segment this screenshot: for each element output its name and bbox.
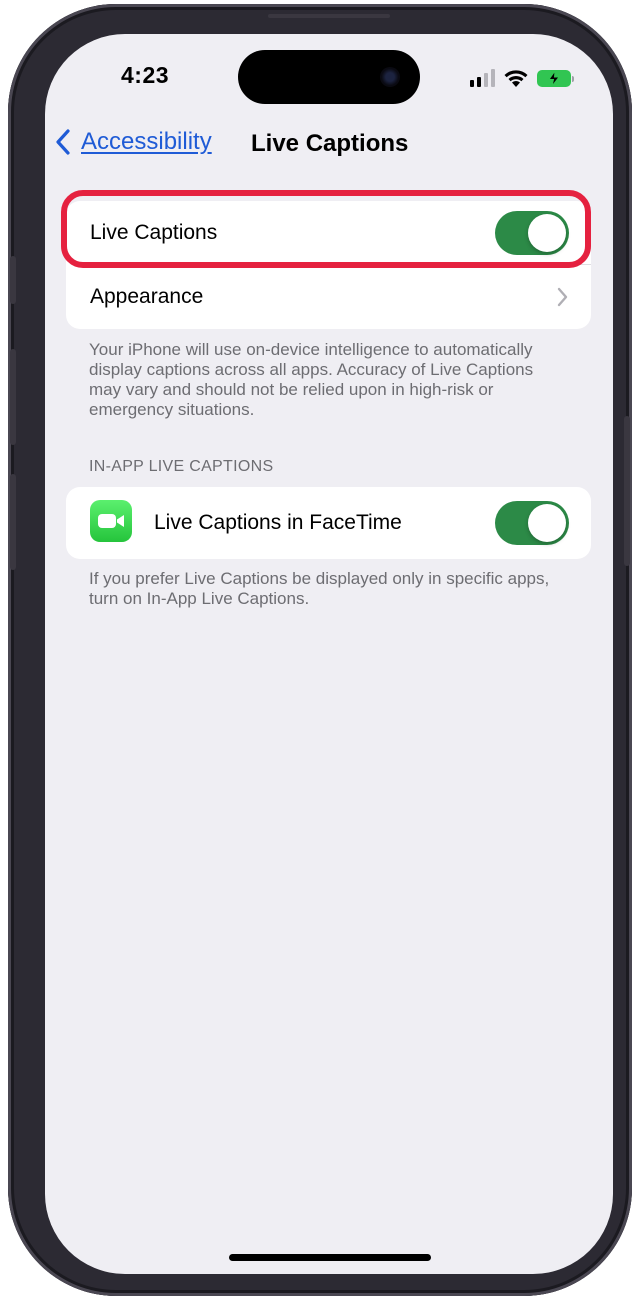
back-button[interactable]: Accessibility: [55, 128, 212, 156]
back-label: Accessibility: [81, 128, 212, 155]
screen: 4:23 Accessibility Live Captions Live Ca…: [45, 34, 613, 1274]
volume-down-button: [10, 474, 16, 570]
battery-charging-icon: [537, 69, 574, 87]
in-app-group: Live Captions in FaceTime: [66, 487, 591, 559]
live-captions-label: Live Captions: [90, 221, 218, 244]
status-icons: [470, 66, 574, 90]
in-app-footer: If you prefer Live Captions be displayed…: [89, 569, 550, 608]
chevron-right-icon: [557, 287, 568, 307]
volume-up-button: [10, 349, 16, 445]
chevron-left-icon: [56, 129, 70, 155]
side-button: [624, 416, 630, 566]
facetime-icon: [90, 500, 132, 542]
dynamic-island: [238, 50, 420, 104]
appearance-label: Appearance: [90, 285, 204, 308]
speaker-grille: [268, 14, 390, 18]
status-time: 4:23: [121, 62, 170, 88]
phone-frame: 4:23 Accessibility Live Captions Live Ca…: [8, 4, 632, 1296]
live-captions-row: Live Captions: [66, 201, 591, 265]
appearance-row[interactable]: Appearance: [66, 265, 591, 329]
facetime-toggle[interactable]: [495, 501, 569, 545]
navigation-bar: Accessibility Live Captions: [45, 126, 613, 166]
facetime-row: Live Captions in FaceTime: [66, 487, 591, 559]
cellular-signal-icon: [470, 69, 495, 87]
camera-icon: [380, 67, 400, 87]
toggle-knob: [528, 504, 566, 542]
live-captions-toggle[interactable]: [495, 211, 569, 255]
page-title: Live Captions: [251, 130, 409, 157]
facetime-label: Live Captions in FaceTime: [154, 511, 402, 534]
live-captions-group: Live Captions Appearance: [66, 201, 591, 329]
in-app-section-header: IN-APP LIVE CAPTIONS: [89, 458, 274, 475]
action-button: [10, 256, 16, 304]
wifi-icon: [504, 69, 528, 87]
live-captions-footer: Your iPhone will use on-device intellige…: [89, 340, 534, 419]
toggle-knob: [528, 214, 566, 252]
home-indicator[interactable]: [229, 1254, 431, 1261]
